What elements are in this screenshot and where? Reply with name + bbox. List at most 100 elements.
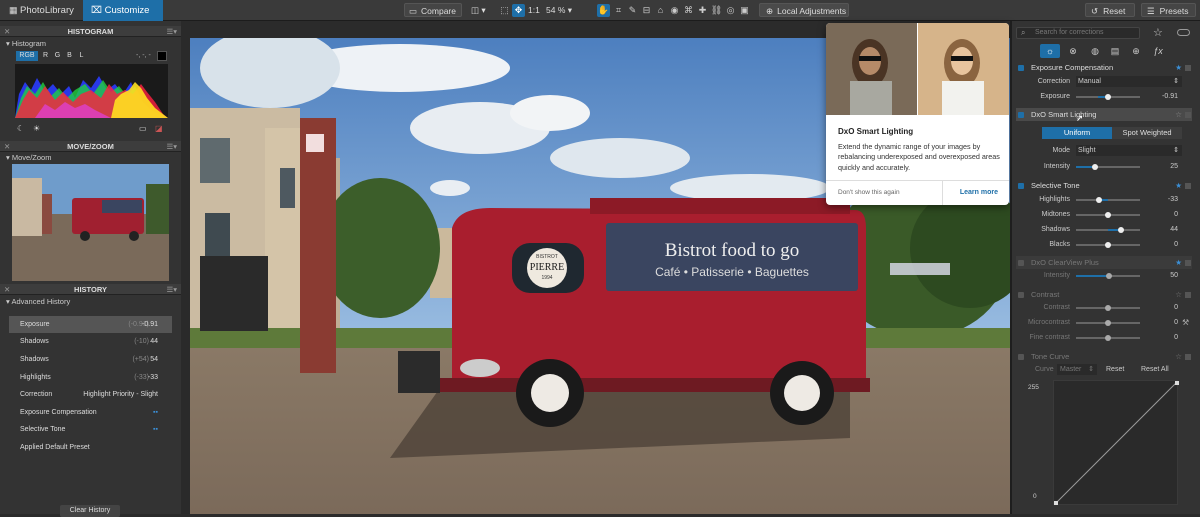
- tab-customize[interactable]: ⌧ Customize: [83, 0, 163, 21]
- clearview-section[interactable]: DxO ClearView Plus ★: [1016, 257, 1192, 269]
- history-item[interactable]: Applied Default Preset: [9, 439, 172, 456]
- close-icon[interactable]: ✕: [4, 26, 10, 37]
- shadows-slider[interactable]: Shadows 44: [1020, 224, 1190, 236]
- channel-b[interactable]: B: [65, 51, 74, 61]
- star-icon[interactable]: ★: [1175, 180, 1182, 192]
- history-item[interactable]: Exposure (-0.91) -0.91: [9, 316, 172, 333]
- zoom-select[interactable]: 54 % ▾: [546, 3, 586, 17]
- star-icon[interactable]: ☆: [1175, 109, 1182, 121]
- help-icon[interactable]: [1185, 112, 1191, 118]
- enable-checkbox[interactable]: [1018, 183, 1024, 189]
- channel-r[interactable]: R: [41, 51, 50, 61]
- frame-icon[interactable]: ▣: [738, 4, 751, 17]
- shadows-value[interactable]: 44: [1158, 224, 1178, 236]
- history-item[interactable]: Exposure Compensation ▪▪: [9, 404, 172, 421]
- channel-rgb[interactable]: RGB: [16, 51, 38, 61]
- monitor-icon[interactable]: ▭: [139, 124, 147, 133]
- view-mode-button[interactable]: ◫ ▾: [471, 3, 493, 17]
- navigator-thumbnail[interactable]: [12, 164, 169, 281]
- panel-menu-icon[interactable]: ☰▾: [167, 284, 178, 295]
- moon-icon[interactable]: ☾: [17, 124, 24, 133]
- spot-weighted-button[interactable]: Spot Weighted: [1112, 127, 1182, 139]
- light-tab-icon[interactable]: ☼: [1040, 44, 1060, 58]
- history-item[interactable]: Correction Highlight Priority - Slight: [9, 386, 172, 403]
- channel-l[interactable]: L: [77, 51, 86, 61]
- fine-contrast-slider[interactable]: Fine contrast 0: [1020, 332, 1190, 344]
- toggle-switch[interactable]: [1177, 29, 1190, 36]
- presets-button[interactable]: ☰ Presets: [1141, 3, 1196, 17]
- microcontrast-slider[interactable]: Microcontrast 0: [1020, 317, 1190, 329]
- local-adjustments-button[interactable]: ⊕ Local Adjustments: [759, 3, 849, 17]
- highlights-value[interactable]: -33: [1158, 194, 1178, 206]
- help-icon[interactable]: [1185, 260, 1191, 266]
- contrast-slider[interactable]: Contrast 0: [1020, 302, 1190, 314]
- color-tab-icon[interactable]: ⊗: [1066, 44, 1080, 58]
- tab-photolibrary[interactable]: ▦ PhotoLibrary: [0, 0, 83, 21]
- sun-icon[interactable]: ☀: [33, 124, 40, 133]
- dont-show-again-link[interactable]: Don't show this again: [838, 189, 900, 196]
- star-icon[interactable]: ☆: [1175, 351, 1182, 363]
- cv-intensity-value[interactable]: 50: [1158, 270, 1178, 282]
- effects-tab-icon[interactable]: ƒx: [1151, 44, 1165, 58]
- intensity-value[interactable]: 25: [1158, 161, 1178, 173]
- panel-menu-icon[interactable]: ☰▾: [167, 141, 178, 152]
- contrast-value[interactable]: 0: [1158, 302, 1178, 314]
- search-input[interactable]: Search for corrections: [1016, 27, 1140, 39]
- history-subheader[interactable]: ▾ Advanced History: [6, 297, 70, 306]
- history-item[interactable]: Highlights (-33) -33: [9, 369, 172, 386]
- move-icon[interactable]: ✥: [512, 4, 525, 17]
- movezoom-subheader[interactable]: ▾ Move/Zoom: [6, 153, 51, 162]
- compare-button[interactable]: ▭ Compare: [404, 3, 462, 17]
- fit-icon[interactable]: ⬚: [498, 4, 511, 17]
- fine-value[interactable]: 0: [1158, 332, 1178, 344]
- local-tab-icon[interactable]: ⊕: [1129, 44, 1143, 58]
- exposure-compensation-section[interactable]: Exposure Compensation ★: [1016, 62, 1192, 74]
- learn-more-link[interactable]: Learn more: [960, 189, 998, 196]
- enable-checkbox[interactable]: [1018, 112, 1024, 118]
- history-item[interactable]: Selective Tone ▪▪: [9, 421, 172, 438]
- history-item[interactable]: Shadows (+54) 54: [9, 351, 172, 368]
- contrast-section[interactable]: Contrast ☆: [1016, 289, 1192, 301]
- clear-history-button[interactable]: Clear History: [60, 505, 120, 517]
- smart-lighting-section[interactable]: DxO Smart Lighting ☆: [1016, 109, 1192, 121]
- panel-menu-icon[interactable]: ☰▾: [167, 26, 178, 37]
- redeye-icon[interactable]: ◉: [668, 4, 681, 17]
- channel-g[interactable]: G: [53, 51, 62, 61]
- midtones-value[interactable]: 0: [1158, 209, 1178, 221]
- eyedropper-icon[interactable]: ✎: [626, 4, 639, 17]
- link-icon[interactable]: ⛓: [710, 4, 723, 17]
- movezoom-header[interactable]: ✕ MOVE/ZOOM ☰▾: [0, 141, 181, 152]
- perspective-icon[interactable]: ⌂: [654, 4, 667, 17]
- histogram-header[interactable]: ✕ HISTOGRAM ☰▾: [0, 26, 181, 37]
- exposure-value[interactable]: -0.91: [1158, 91, 1178, 103]
- repair-icon[interactable]: ✚: [696, 4, 709, 17]
- enable-checkbox[interactable]: [1018, 65, 1024, 71]
- horizon-icon[interactable]: ⊟: [640, 4, 653, 17]
- curve-reset-all-button[interactable]: Reset All: [1141, 366, 1169, 373]
- mode-select[interactable]: Slight ⇕: [1076, 145, 1182, 156]
- star-icon[interactable]: ☆: [1153, 26, 1163, 39]
- one-to-one-button[interactable]: 1:1: [528, 3, 542, 17]
- highlights-slider[interactable]: Highlights -33: [1020, 194, 1190, 206]
- curve-reset-button[interactable]: Reset: [1106, 366, 1124, 373]
- wand-icon[interactable]: ⚒: [1182, 318, 1189, 327]
- help-icon[interactable]: [1185, 292, 1191, 298]
- eye-icon[interactable]: ◎: [724, 4, 737, 17]
- history-header[interactable]: ✕ HISTORY ☰▾: [0, 284, 181, 295]
- enable-checkbox[interactable]: [1018, 260, 1024, 266]
- enable-checkbox[interactable]: [1018, 292, 1024, 298]
- tone-curve-graph[interactable]: [1053, 380, 1179, 505]
- histogram-subheader[interactable]: ▾ Histogram: [6, 39, 46, 48]
- clearview-intensity-slider[interactable]: Intensity 50: [1020, 270, 1190, 282]
- micro-value[interactable]: 0: [1158, 317, 1178, 329]
- star-icon[interactable]: ☆: [1175, 289, 1182, 301]
- detail-tab-icon[interactable]: ◍: [1088, 44, 1102, 58]
- midtones-slider[interactable]: Midtones 0: [1020, 209, 1190, 221]
- close-icon[interactable]: ✕: [4, 284, 10, 295]
- retouch-icon[interactable]: ⌘: [682, 4, 695, 17]
- left-splitter[interactable]: [181, 21, 190, 514]
- clipping-icon[interactable]: ◪: [155, 124, 163, 133]
- uniform-button[interactable]: Uniform: [1042, 127, 1112, 139]
- intensity-slider[interactable]: Intensity 25: [1020, 161, 1190, 173]
- blacks-value[interactable]: 0: [1158, 239, 1178, 251]
